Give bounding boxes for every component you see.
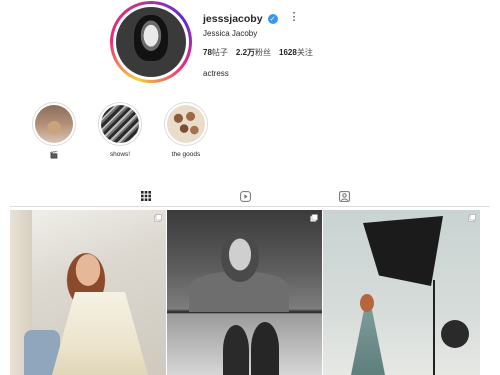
stat-following[interactable]: 1628关注 xyxy=(279,47,313,58)
username-row: jesssjacoby ✓ ⋮ xyxy=(203,11,313,25)
tabs-divider xyxy=(10,206,490,207)
highlight-label: shows! xyxy=(109,151,131,158)
tagged-icon xyxy=(338,190,350,202)
tab-reels[interactable] xyxy=(230,186,260,206)
post-2[interactable] xyxy=(167,210,322,375)
highlight-ring xyxy=(32,102,76,146)
post-image-detail xyxy=(360,294,374,312)
profile-header: jesssjacoby ✓ ⋮ Jessica Jacoby 78帖子 2.2万… xyxy=(203,11,313,78)
highlight-2[interactable]: shows! xyxy=(95,102,145,158)
stat-posts-value: 78 xyxy=(203,48,212,57)
reels-icon xyxy=(239,190,251,202)
carousel-icon xyxy=(154,214,162,222)
highlight-cover xyxy=(167,105,205,143)
avatar-photo xyxy=(116,7,186,77)
post-image-detail xyxy=(441,320,469,348)
stat-followers-label: 粉丝 xyxy=(255,48,272,57)
highlight-label: 🎬 xyxy=(49,152,59,159)
verified-badge-icon: ✓ xyxy=(267,14,278,24)
post-image-detail xyxy=(351,310,385,375)
post-image-detail xyxy=(50,292,150,375)
tab-posts[interactable] xyxy=(131,186,161,207)
stat-posts-label: 帖子 xyxy=(211,48,228,57)
carousel-icon xyxy=(310,214,318,222)
highlight-label: the goods xyxy=(171,151,201,158)
post-image-detail xyxy=(221,232,259,282)
more-options-icon[interactable]: ⋮ xyxy=(289,11,300,23)
stat-followers-value: 2.2万 xyxy=(235,48,256,57)
stat-posts: 78帖子 xyxy=(203,47,228,58)
carousel-icon xyxy=(468,214,476,222)
tab-tagged[interactable] xyxy=(329,186,359,206)
post-image-detail xyxy=(251,322,279,375)
highlight-ring xyxy=(164,102,208,146)
bio: actress xyxy=(203,69,229,78)
highlight-ring xyxy=(98,102,142,146)
stat-following-value: 1628 xyxy=(279,48,297,57)
stat-following-label: 关注 xyxy=(296,48,313,57)
profile-avatar[interactable] xyxy=(110,1,192,83)
profile-stats: 78帖子 2.2万粉丝 1628关注 xyxy=(203,47,313,58)
post-1[interactable] xyxy=(10,210,166,375)
highlight-cover xyxy=(35,105,73,143)
post-3[interactable] xyxy=(323,210,480,375)
username: jesssjacoby xyxy=(203,13,263,25)
highlight-cover xyxy=(101,105,139,143)
highlight-3[interactable]: the goods xyxy=(161,102,211,158)
grid-icon xyxy=(141,191,151,201)
highlight-1[interactable]: 🎬 xyxy=(29,102,79,159)
post-image-detail xyxy=(223,325,249,375)
post-image-detail xyxy=(363,216,443,286)
avatar-border xyxy=(113,4,189,80)
post-image-detail xyxy=(433,280,435,375)
full-name: Jessica Jacoby xyxy=(203,29,258,38)
stat-followers[interactable]: 2.2万粉丝 xyxy=(236,47,271,58)
